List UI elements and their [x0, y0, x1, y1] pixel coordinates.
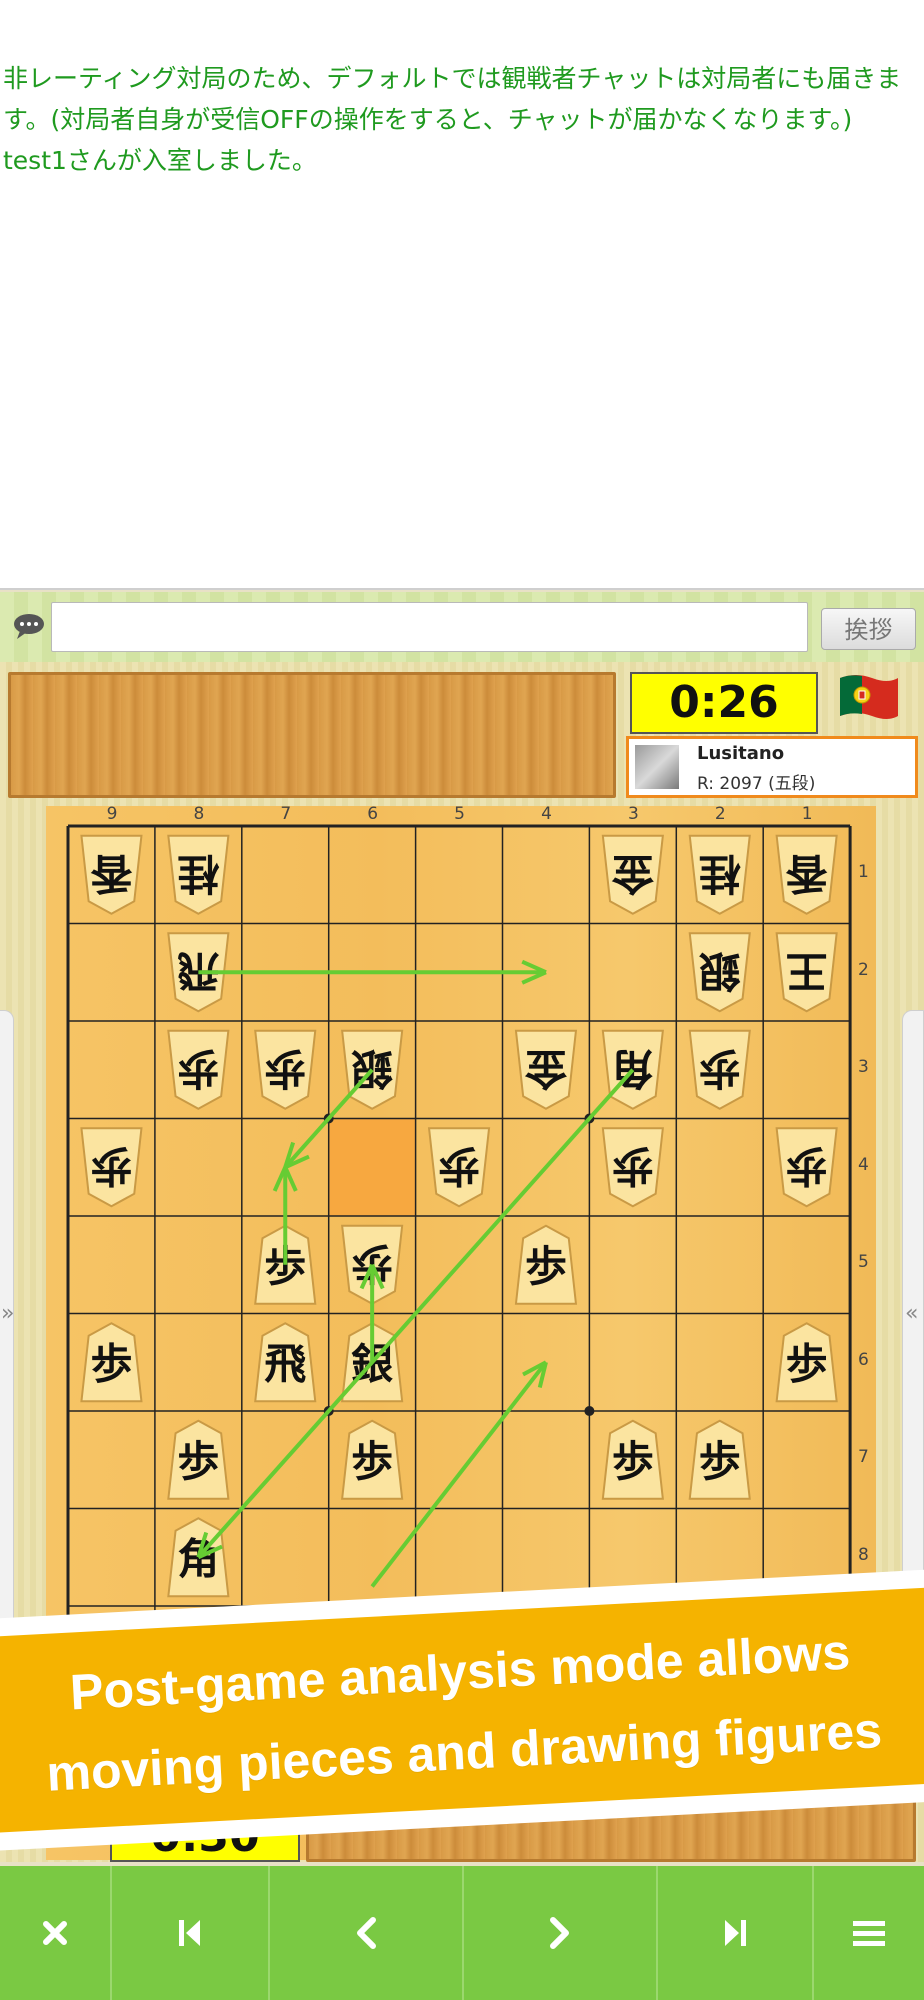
shogi-piece[interactable]: 歩	[254, 1029, 317, 1110]
analysis-arrow	[198, 959, 547, 985]
expand-left-icon: «	[905, 1301, 919, 1326]
menu-icon	[853, 1921, 885, 1946]
svg-text:歩: 歩	[351, 1437, 393, 1486]
menu-button[interactable]	[814, 1866, 924, 2000]
svg-text:王: 王	[786, 946, 828, 995]
shogi-piece[interactable]: 飛	[254, 1322, 317, 1403]
svg-text:金: 金	[524, 1044, 568, 1093]
shogi-piece[interactable]: 香	[80, 834, 143, 915]
shogi-piece[interactable]: 歩	[341, 1419, 404, 1500]
last-move-icon	[725, 1920, 746, 1946]
next-move-button[interactable]	[464, 1866, 658, 2000]
svg-text:金: 金	[611, 849, 655, 898]
svg-text:歩: 歩	[438, 1141, 480, 1190]
svg-text:歩: 歩	[786, 1141, 828, 1190]
shogi-piece[interactable]: 歩	[688, 1029, 751, 1110]
last-move-button[interactable]	[658, 1866, 814, 2000]
shogi-piece[interactable]: 歩	[80, 1127, 143, 1208]
svg-text:歩: 歩	[699, 1437, 741, 1486]
shogi-piece[interactable]: 歩	[601, 1419, 664, 1500]
svg-text:歩: 歩	[177, 1437, 219, 1486]
shogi-piece[interactable]: 歩	[775, 1322, 838, 1403]
shogi-piece[interactable]: 歩	[688, 1419, 751, 1500]
svg-text:歩: 歩	[525, 1242, 567, 1291]
svg-text:桂: 桂	[699, 849, 741, 898]
shogi-piece[interactable]: 桂	[167, 834, 230, 915]
shogi-piece[interactable]: 銀	[688, 932, 751, 1013]
shogi-piece[interactable]: 歩	[775, 1127, 838, 1208]
star-point	[584, 1406, 595, 1416]
svg-text:歩: 歩	[612, 1141, 654, 1190]
svg-text:歩: 歩	[90, 1339, 132, 1388]
shogi-piece[interactable]: 歩	[80, 1322, 143, 1403]
svg-text:歩: 歩	[177, 1044, 219, 1093]
bottom-toolbar	[0, 1866, 924, 2000]
svg-text:香: 香	[90, 849, 132, 898]
shogi-piece[interactable]: 金	[514, 1029, 578, 1110]
right-panel-toggle[interactable]: «	[902, 1010, 924, 1630]
close-icon	[43, 1921, 67, 1945]
shogi-piece[interactable]: 歩	[514, 1224, 578, 1305]
shogi-piece[interactable]: 歩	[427, 1127, 491, 1208]
shogi-piece[interactable]: 香	[775, 834, 838, 915]
prev-move-button[interactable]	[270, 1866, 464, 2000]
svg-text:桂: 桂	[177, 849, 219, 898]
first-move-button[interactable]	[112, 1866, 270, 2000]
svg-text:歩: 歩	[90, 1141, 132, 1190]
first-move-icon	[179, 1920, 200, 1946]
close-button[interactable]	[0, 1866, 112, 2000]
shogi-piece[interactable]: 王	[775, 932, 838, 1013]
svg-text:飛: 飛	[264, 1339, 306, 1388]
shogi-piece[interactable]: 金	[601, 834, 664, 915]
svg-text:歩: 歩	[786, 1339, 828, 1388]
svg-text:歩: 歩	[264, 1044, 306, 1093]
svg-text:歩: 歩	[699, 1044, 741, 1093]
svg-text:香: 香	[786, 849, 828, 898]
shogi-piece[interactable]: 歩	[167, 1419, 230, 1500]
svg-text:歩: 歩	[612, 1437, 654, 1486]
left-panel-toggle[interactable]: »	[0, 1010, 14, 1630]
shogi-piece[interactable]: 歩	[167, 1029, 230, 1110]
prev-move-icon	[357, 1917, 376, 1949]
shogi-piece[interactable]: 歩	[601, 1127, 664, 1208]
next-move-icon	[550, 1917, 569, 1949]
svg-text:銀: 銀	[699, 946, 741, 995]
expand-right-icon: »	[1, 1301, 15, 1326]
highlight-square	[328, 1118, 416, 1216]
shogi-piece[interactable]: 桂	[688, 834, 751, 915]
